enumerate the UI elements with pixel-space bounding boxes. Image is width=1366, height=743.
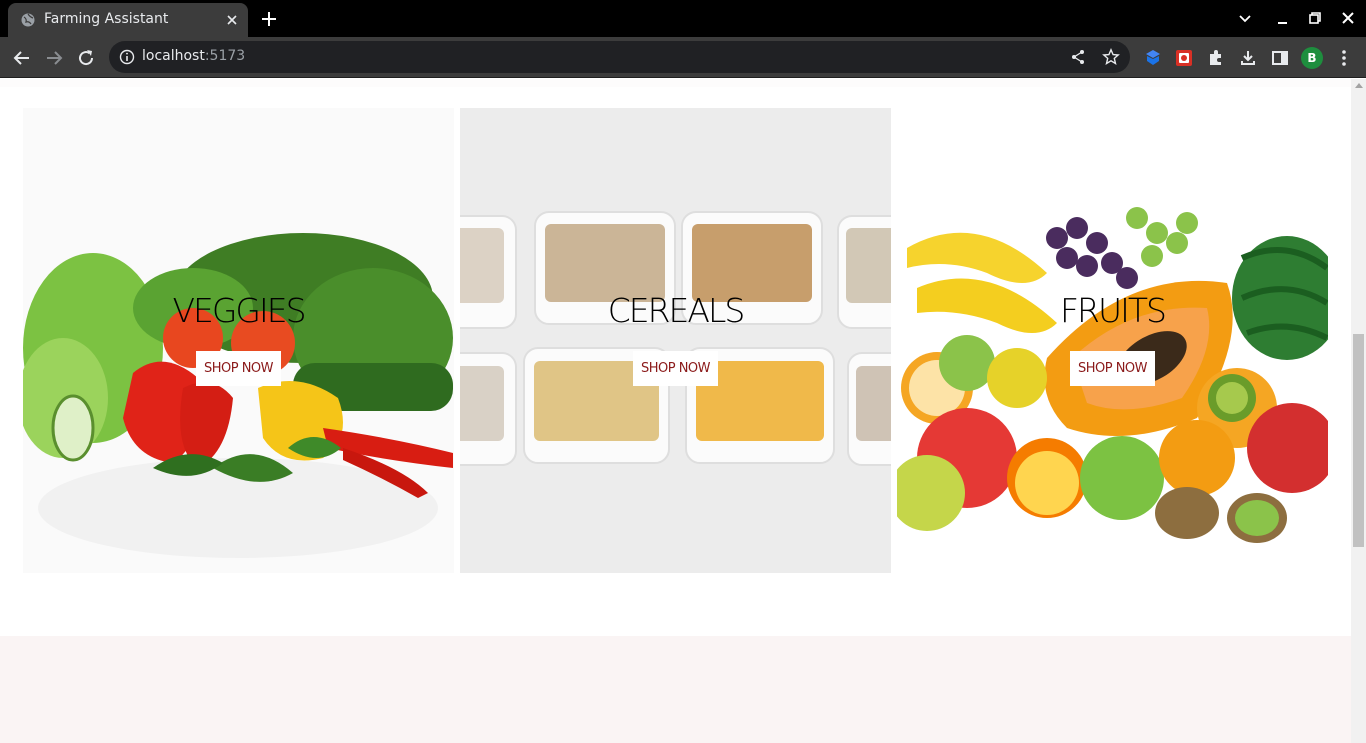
category-card-veggies[interactable]: VEGGIES SHOP NOW bbox=[23, 108, 454, 573]
shop-now-button[interactable]: SHOP NOW bbox=[1070, 351, 1155, 386]
extension-shield-icon[interactable] bbox=[1143, 48, 1163, 68]
category-title: VEGGIES bbox=[172, 291, 306, 330]
restore-icon[interactable] bbox=[1307, 10, 1323, 26]
chevron-down-icon[interactable] bbox=[1237, 10, 1253, 26]
category-card-cereals[interactable]: CEREALS SHOP NOW bbox=[460, 108, 891, 573]
extension-red-icon[interactable] bbox=[1174, 48, 1194, 68]
plus-icon[interactable] bbox=[260, 10, 278, 28]
star-icon[interactable] bbox=[1102, 48, 1120, 66]
window-close-icon[interactable] bbox=[1340, 10, 1356, 26]
download-icon[interactable] bbox=[1238, 48, 1258, 68]
page-viewport: VEGGIES SHOP NOW CEREALS SHOP NOW FRUITS… bbox=[0, 79, 1351, 743]
page-scrollbar[interactable] bbox=[1351, 79, 1366, 743]
header-edge bbox=[0, 79, 1351, 87]
share-icon[interactable] bbox=[1070, 49, 1086, 65]
category-title: FRUITS bbox=[1060, 291, 1167, 330]
shop-now-button[interactable]: SHOP NOW bbox=[633, 351, 718, 386]
veggies-image bbox=[23, 233, 453, 558]
forward-icon[interactable] bbox=[44, 48, 64, 68]
url-text: localhost:5173 bbox=[142, 48, 245, 64]
close-icon[interactable] bbox=[224, 12, 240, 28]
kebab-menu-icon[interactable] bbox=[1334, 48, 1354, 68]
url-host: localhost bbox=[142, 48, 205, 64]
fruits-image bbox=[897, 207, 1328, 543]
scroll-thumb[interactable] bbox=[1353, 334, 1364, 547]
browser-tab[interactable]: Farming Assistant bbox=[8, 3, 248, 37]
back-icon[interactable] bbox=[12, 48, 32, 68]
reload-icon[interactable] bbox=[76, 48, 96, 68]
side-panel-icon[interactable] bbox=[1270, 48, 1290, 68]
browser-titlebar: Farming Assistant bbox=[0, 0, 1366, 37]
category-title: CEREALS bbox=[607, 291, 746, 330]
minimize-icon[interactable] bbox=[1275, 10, 1291, 26]
footer-section bbox=[0, 636, 1351, 743]
cereals-image bbox=[460, 211, 891, 466]
shop-now-button[interactable]: SHOP NOW bbox=[196, 351, 281, 386]
url-port: :5173 bbox=[204, 48, 246, 64]
browser-toolbar: localhost:5173 B bbox=[0, 37, 1366, 78]
profile-avatar[interactable]: B bbox=[1301, 47, 1323, 69]
category-card-fruits[interactable]: FRUITS SHOP NOW bbox=[897, 108, 1328, 573]
puzzle-icon[interactable] bbox=[1206, 48, 1226, 68]
globe-icon bbox=[21, 13, 35, 27]
address-bar[interactable]: localhost:5173 bbox=[109, 41, 1130, 73]
tab-title: Farming Assistant bbox=[44, 11, 169, 27]
scroll-up-arrow-icon[interactable] bbox=[1355, 83, 1363, 88]
info-icon[interactable] bbox=[119, 49, 135, 65]
